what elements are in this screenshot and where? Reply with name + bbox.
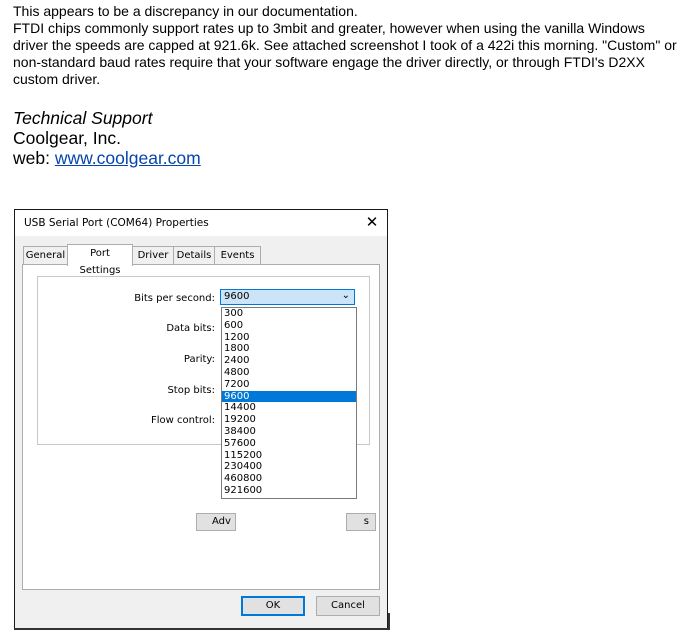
baud-option-9600[interactable]: 9600 (222, 390, 356, 403)
tab-driver[interactable]: Driver (132, 246, 174, 265)
baud-option-7200[interactable]: 7200 (222, 379, 356, 391)
baud-option-115200[interactable]: 115200 (222, 450, 356, 462)
close-icon[interactable]: ✕ (363, 213, 381, 231)
baud-option-1800[interactable]: 1800 (222, 343, 356, 355)
baud-option-921600[interactable]: 921600 (222, 485, 356, 497)
dialog-title: USB Serial Port (COM64) Properties (24, 217, 209, 229)
signature-company: Coolgear, Inc. (13, 128, 121, 148)
baud-option-2400[interactable]: 2400 (222, 355, 356, 367)
flow-control-label: Flow control: (150, 415, 215, 426)
selected-baud-value: 9600 (224, 291, 250, 302)
bits-per-second-label: Bits per second: (134, 293, 215, 304)
email-line-1: This appears to be a discrepancy in our … (13, 3, 358, 19)
web-prefix: web: (13, 148, 55, 168)
signature-title: Technical Support (13, 108, 153, 128)
baud-option-4800[interactable]: 4800 (222, 367, 356, 379)
email-line-2: FTDI chips commonly support rates up to … (13, 20, 677, 87)
baud-option-460800[interactable]: 460800 (222, 473, 356, 485)
bits-per-second-select[interactable]: 9600 ⌄ (220, 289, 355, 305)
baud-option-38400[interactable]: 38400 (222, 426, 356, 438)
stop-bits-label: Stop bits: (167, 385, 215, 396)
email-body: This appears to be a discrepancy in our … (13, 3, 683, 88)
baud-option-14400[interactable]: 14400 (222, 402, 356, 414)
tab-port-settings[interactable]: Port Settings (67, 244, 133, 276)
baud-option-1200[interactable]: 1200 (222, 332, 356, 344)
restore-defaults-button[interactable]: s (346, 513, 376, 531)
dialog-shadow-right (388, 613, 390, 629)
dialog-shadow-bottom (14, 628, 390, 630)
baud-option-230400[interactable]: 230400 (222, 461, 356, 473)
baud-option-19200[interactable]: 19200 (222, 414, 356, 426)
tab-details[interactable]: Details (173, 246, 215, 265)
dialog-titlebar: USB Serial Port (COM64) Properties ✕ (15, 210, 387, 236)
chevron-down-icon: ⌄ (341, 290, 350, 301)
cancel-button[interactable]: Cancel (316, 596, 380, 616)
advanced-button[interactable]: Adv (196, 513, 236, 531)
website-link[interactable]: www.coolgear.com (55, 148, 201, 168)
baud-option-300[interactable]: 300 (222, 308, 356, 320)
baud-option-57600[interactable]: 57600 (222, 438, 356, 450)
signature-block: Technical Support Coolgear, Inc. web: ww… (13, 108, 201, 168)
signature-web: web: www.coolgear.com (13, 148, 201, 168)
tab-events[interactable]: Events (214, 246, 261, 265)
ok-button[interactable]: OK (241, 596, 305, 616)
tab-general[interactable]: General (23, 246, 68, 265)
properties-dialog: USB Serial Port (COM64) Properties ✕ Gen… (14, 209, 388, 629)
baud-rate-dropdown-list: 300 600 1200 1800 2400 4800 7200 9600 14400 19200… (221, 307, 357, 499)
parity-label: Parity: (183, 354, 215, 365)
baud-option-600[interactable]: 600 (222, 320, 356, 332)
data-bits-label: Data bits: (166, 323, 215, 334)
